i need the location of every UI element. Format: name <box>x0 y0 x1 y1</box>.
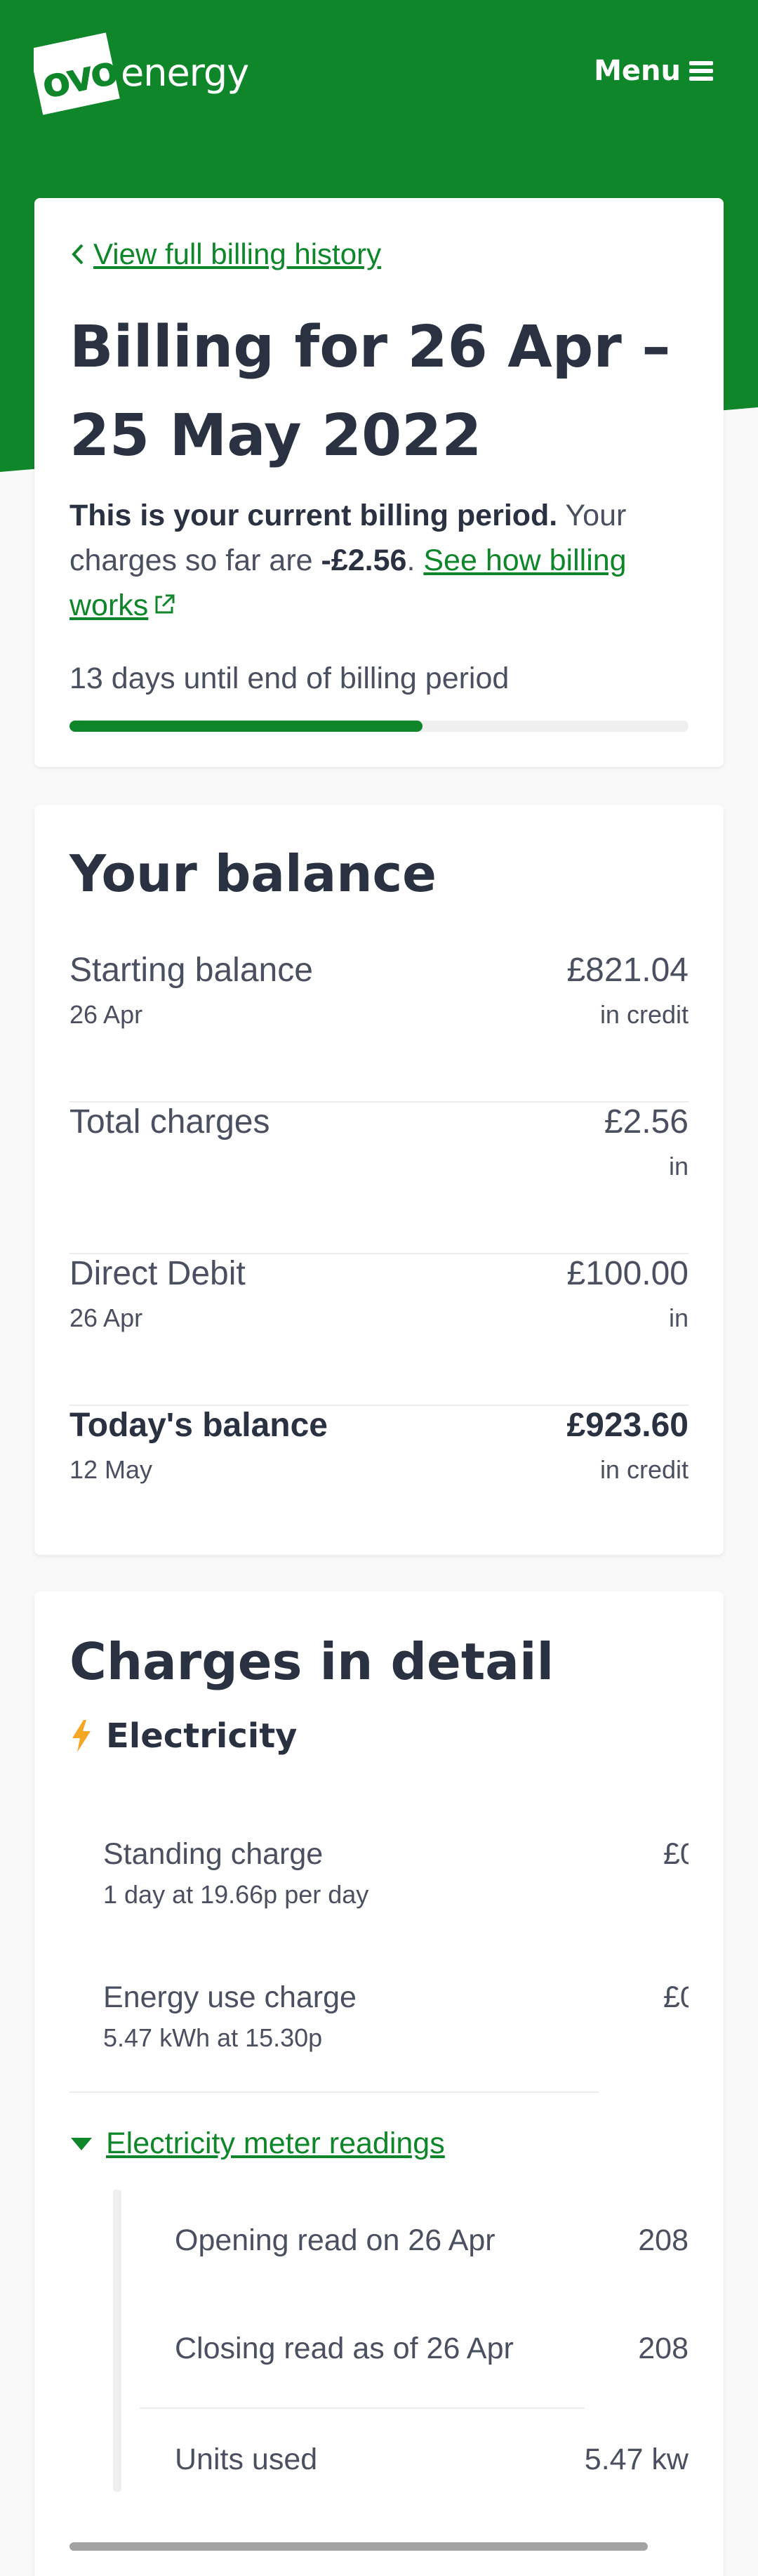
meter-value: 208 <box>638 2332 689 2365</box>
billing-history-link[interactable]: View full billing history <box>69 237 381 271</box>
page-title: Billing for 26 Apr – 25 May 2022 <box>69 314 671 469</box>
caret-down-icon <box>71 2137 92 2150</box>
balance-label: Today's balance <box>69 1407 328 1444</box>
charge-detail: 1 day at 19.66p per day <box>103 1880 369 1909</box>
balance-label: Direct Debit <box>69 1255 246 1292</box>
balance-label: Total charges <box>69 1103 270 1141</box>
billing-intro: This is your current billing period. You… <box>69 493 701 628</box>
balance-row-starting: Starting balance 26 Apr £821.04 in credi… <box>69 951 689 1103</box>
meter-readings-toggle[interactable]: Electricity meter readings <box>69 2127 445 2161</box>
balance-value: £923.60 <box>566 1407 689 1444</box>
divider <box>69 2091 599 2093</box>
balance-card: Your balance Starting balance 26 Apr £82… <box>34 805 724 1555</box>
balance-date: 26 Apr <box>69 1000 143 1029</box>
balance-value: £2.56 <box>604 1103 689 1141</box>
meter-value: 5.47 kw <box>584 2443 689 2476</box>
meter-readings-rail <box>113 2190 121 2492</box>
balance-status: in credit <box>599 1000 689 1029</box>
brand-wordmark: energy <box>121 51 249 95</box>
site-header: ovo energy Menu <box>0 0 758 147</box>
current-period-text: This is your current billing period. <box>69 499 558 532</box>
fuel-label: Electricity <box>106 1716 298 1756</box>
charges-amount: -£2.56 <box>321 544 407 577</box>
charges-heading: Charges in detail <box>69 1632 554 1691</box>
meter-readings-label: Electricity meter readings <box>106 2127 445 2160</box>
balance-value: £821.04 <box>566 952 689 989</box>
meter-row-units-used: Units used 5.47 kw <box>175 2443 689 2477</box>
meter-row-closing: Closing read as of 26 Apr 208 <box>175 2332 689 2366</box>
balance-row-charges: Total charges £2.56 in <box>69 1103 689 1254</box>
meter-label: Units used <box>175 2443 318 2476</box>
billing-period-progress <box>69 721 689 732</box>
charge-label: Standing charge <box>103 1837 324 1871</box>
balance-status: in <box>668 1303 689 1332</box>
divider <box>140 2407 585 2409</box>
external-link-icon <box>155 594 175 614</box>
balance-date: 26 Apr <box>69 1303 143 1332</box>
balance-row-today: Today's balance 12 May £923.60 in credit <box>69 1406 689 1558</box>
menu-label: Menu <box>594 55 681 87</box>
meter-value: 208 <box>638 2223 689 2257</box>
balance-status: in <box>668 1152 689 1181</box>
billing-period-card: View full billing history Billing for 26… <box>34 198 724 767</box>
charge-value: £0 <box>663 1837 689 1871</box>
hamburger-icon <box>689 61 713 81</box>
charge-detail: 5.47 kWh at 15.30p <box>103 2023 323 2052</box>
meter-row-opening: Opening read on 26 Apr 208 <box>175 2223 689 2258</box>
lightning-icon <box>72 1720 91 1752</box>
progress-fill <box>69 721 423 732</box>
balance-label: Starting balance <box>69 952 313 989</box>
balance-row-direct-debit: Direct Debit 26 Apr £100.00 in <box>69 1254 689 1406</box>
days-remaining: 13 days until end of billing period <box>69 662 510 695</box>
charges-end: . <box>406 544 424 577</box>
billing-history-label: View full billing history <box>93 237 382 270</box>
charge-label: Energy use charge <box>103 1980 357 2014</box>
chevron-left-icon <box>72 244 84 265</box>
horizontal-scrollbar[interactable] <box>69 2542 648 2551</box>
balance-date: 12 May <box>69 1455 153 1484</box>
charge-row-standing: Standing charge 1 day at 19.66p per day … <box>103 1837 689 1910</box>
balance-status: in credit <box>599 1455 689 1484</box>
balance-value: £100.00 <box>566 1255 689 1292</box>
balance-heading: Your balance <box>69 844 437 903</box>
electricity-heading: Electricity <box>69 1716 297 1756</box>
charge-row-energy-use: Energy use charge 5.47 kWh at 15.30p £0 <box>103 1980 689 2053</box>
charges-card: Charges in detail Electricity Standing c… <box>34 1591 724 2576</box>
meter-label: Closing read as of 26 Apr <box>175 2332 514 2365</box>
menu-button[interactable]: Menu <box>594 55 713 87</box>
meter-label: Opening read on 26 Apr <box>175 2223 496 2257</box>
charge-value: £0 <box>663 1980 689 2014</box>
